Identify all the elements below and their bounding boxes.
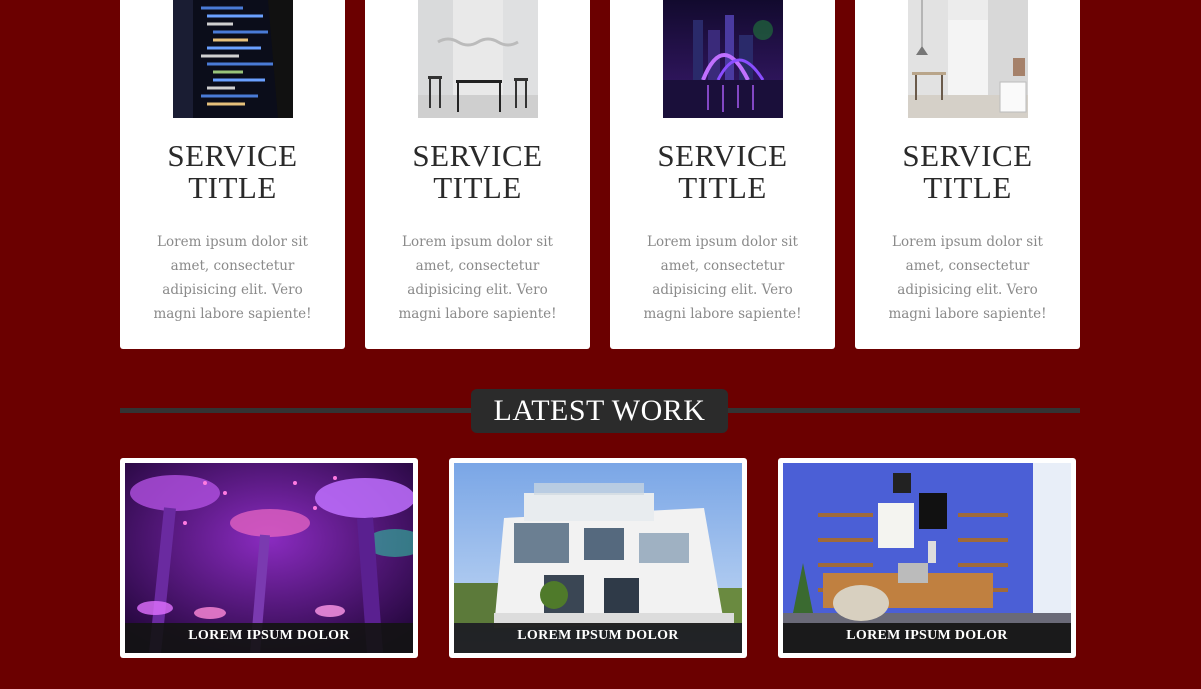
- service-description: Lorem ipsum dolor sit amet, consectetur …: [888, 234, 1047, 322]
- service-title: SERVICE TITLE: [902, 138, 1033, 205]
- service-title: SERVICE TITLE: [167, 138, 298, 205]
- code-screen-image: [172, 0, 293, 118]
- latest-work-heading: LATEST WORK: [471, 389, 728, 433]
- services-section: SERVICE TITLE Lorem ipsum dolor sit amet…: [120, 0, 1080, 349]
- work-item[interactable]: LOREM IPSUM DOLOR: [778, 458, 1076, 658]
- work-caption: LOREM IPSUM DOLOR: [454, 623, 742, 653]
- service-card: SERVICE TITLE Lorem ipsum dolor sit amet…: [365, 0, 590, 349]
- service-description: Lorem ipsum dolor sit amet, consectetur …: [643, 234, 802, 322]
- work-item[interactable]: LOREM IPSUM DOLOR: [449, 458, 747, 658]
- service-card: SERVICE TITLE Lorem ipsum dolor sit amet…: [120, 0, 345, 349]
- service-card: SERVICE TITLE Lorem ipsum dolor sit amet…: [610, 0, 835, 349]
- service-description: Lorem ipsum dolor sit amet, consectetur …: [398, 234, 557, 322]
- service-description: Lorem ipsum dolor sit amet, consectetur …: [153, 234, 312, 322]
- service-title: SERVICE TITLE: [412, 138, 543, 205]
- minimal-interior-image: [417, 0, 538, 118]
- hallway-interior-image: [907, 0, 1028, 118]
- night-city-image: [662, 0, 783, 118]
- work-caption: LOREM IPSUM DOLOR: [783, 623, 1071, 653]
- service-card: SERVICE TITLE Lorem ipsum dolor sit amet…: [855, 0, 1080, 349]
- work-item[interactable]: LOREM IPSUM DOLOR: [120, 458, 418, 658]
- work-caption: LOREM IPSUM DOLOR: [125, 623, 413, 653]
- latest-work-gallery: LOREM IPSUM DOLOR LOREM IPSUM DOLOR LORE…: [120, 458, 1080, 658]
- service-title: SERVICE TITLE: [657, 138, 788, 205]
